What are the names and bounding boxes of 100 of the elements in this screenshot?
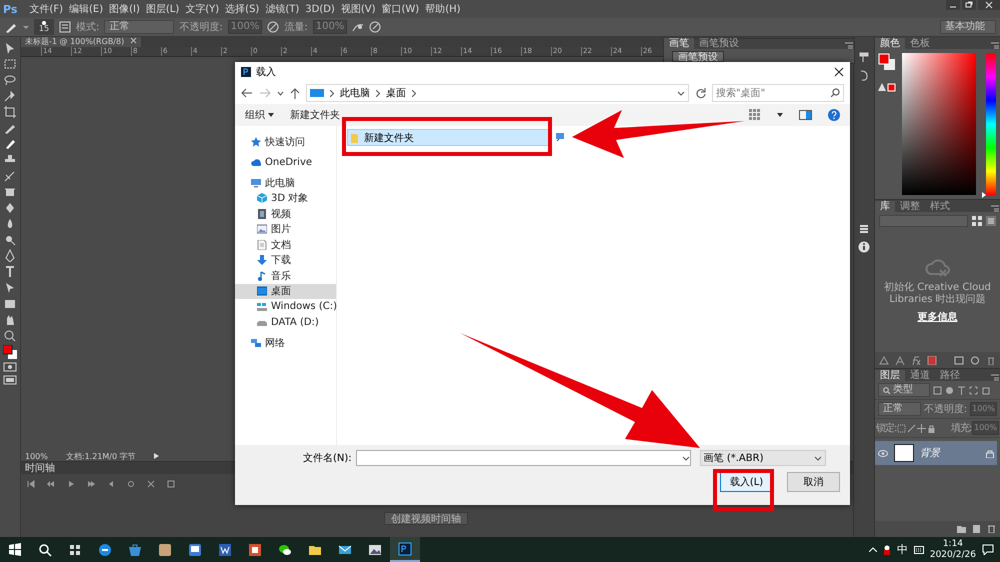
menu-item[interactable]: 文字(Y): [185, 2, 220, 16]
up-arrow-icon[interactable]: [290, 88, 300, 98]
file-item[interactable]: 新建文件夹: [347, 129, 551, 146]
mail-icon[interactable]: [338, 542, 352, 556]
expand-arrow-icon[interactable]: [154, 453, 159, 459]
hue-slider-thumb[interactable]: [982, 192, 986, 198]
nav-item[interactable]: DATA (D:): [235, 314, 336, 330]
info-icon[interactable]: [858, 241, 870, 253]
nav-item[interactable]: 音乐: [235, 268, 336, 284]
panel-tab[interactable]: 色板: [905, 38, 935, 49]
menu-item[interactable]: 视图(V): [340, 2, 376, 16]
file-name-field[interactable]: [356, 450, 691, 466]
panel-tab[interactable]: 颜色: [875, 38, 905, 49]
gradient-tool-icon[interactable]: [3, 201, 17, 214]
panel-menu-icon[interactable]: [990, 41, 1000, 49]
workspace-dropdown[interactable]: 基本功能: [940, 20, 996, 34]
back-arrow-icon[interactable]: [241, 88, 253, 98]
view-options-icon[interactable]: [749, 109, 761, 121]
panel-tab[interactable]: 通道: [905, 370, 935, 381]
eye-icon[interactable]: [878, 450, 888, 456]
tiles-icon[interactable]: [68, 542, 82, 556]
panel-menu-icon[interactable]: [990, 373, 1000, 381]
blend-mode-dropdown[interactable]: 正常: [878, 402, 921, 416]
nav-item[interactable]: 快速访问: [235, 134, 336, 150]
panel-tab[interactable]: 样式: [925, 201, 955, 212]
breadcrumb-item[interactable]: 此电脑: [340, 86, 370, 100]
more-info-link[interactable]: 更多信息: [918, 310, 958, 324]
tray-app-icon[interactable]: [882, 544, 891, 554]
lock-move-icon[interactable]: [917, 424, 926, 432]
document-app-icon[interactable]: [218, 542, 232, 556]
app-icon[interactable]: [188, 542, 202, 556]
type-tool-icon[interactable]: [3, 265, 17, 278]
transition-icon[interactable]: [167, 480, 175, 488]
new-folder-button[interactable]: 新建文件夹: [290, 108, 340, 122]
nav-item[interactable]: 视频: [235, 206, 336, 222]
restore-button[interactable]: [962, 0, 976, 10]
grid-view-icon[interactable]: [972, 216, 982, 226]
split-icon[interactable]: [147, 480, 155, 488]
nav-item[interactable]: 此电脑: [235, 175, 336, 190]
menu-item[interactable]: 图像(I): [109, 2, 140, 16]
menu-item[interactable]: 选择(S): [225, 2, 260, 16]
menu-item[interactable]: 图层(L): [146, 2, 180, 16]
refresh-icon[interactable]: [695, 88, 706, 98]
brush-presets-icon[interactable]: [858, 51, 870, 63]
panel-menu-icon[interactable]: [844, 41, 854, 49]
file-type-dropdown[interactable]: 画笔 (*.ABR): [700, 450, 826, 466]
previous-frame-icon[interactable]: [47, 480, 55, 488]
search-field[interactable]: 搜索"桌面": [712, 84, 844, 102]
type-filter-icon[interactable]: [957, 386, 966, 394]
brush-panel-icon[interactable]: [59, 21, 71, 33]
panel-tab[interactable]: 画笔: [664, 38, 694, 49]
smart-filter-icon[interactable]: [981, 386, 990, 394]
start-icon[interactable]: [8, 542, 22, 556]
menu-item[interactable]: 窗口(W): [381, 2, 420, 16]
menu-item[interactable]: 3D(D): [305, 4, 335, 14]
rectangle-tool-icon[interactable]: [3, 297, 17, 310]
screen-mode-icon[interactable]: [3, 375, 17, 385]
quick-mask-icon[interactable]: [3, 362, 17, 372]
chat-icon[interactable]: [278, 542, 292, 556]
dropdown-caret-icon[interactable]: [682, 456, 690, 460]
dropdown-caret-icon[interactable]: [677, 90, 685, 96]
caret-icon[interactable]: [777, 113, 783, 117]
app-icon[interactable]: [158, 542, 172, 556]
nav-item[interactable]: 图片: [235, 222, 336, 237]
menu-item[interactable]: 滤镜(T): [265, 2, 300, 16]
brush-presets-button[interactable]: 画笔预设: [672, 51, 724, 62]
nav-item[interactable]: 文档: [235, 237, 336, 252]
list-view-icon[interactable]: [986, 216, 996, 226]
load-button[interactable]: 载入(L): [720, 472, 773, 492]
zoom-tool-icon[interactable]: [3, 329, 17, 342]
color-swatches-icon[interactable]: [878, 53, 896, 71]
dropdown-caret-icon[interactable]: [277, 90, 284, 96]
address-bar[interactable]: 此电脑 桌面: [306, 84, 689, 102]
brush-icon[interactable]: [4, 21, 18, 33]
quick-select-tool-icon[interactable]: [3, 89, 17, 102]
airbrush-icon[interactable]: [352, 21, 364, 33]
create-timeline-button[interactable]: 创建视频时间轴: [384, 512, 468, 525]
add-graphic-icon[interactable]: [879, 356, 889, 364]
lock-pixels-icon[interactable]: [897, 424, 906, 432]
sync-icon[interactable]: [970, 356, 980, 364]
nav-item[interactable]: 网络: [235, 335, 336, 350]
nav-item[interactable]: Windows (C:): [235, 299, 336, 314]
nav-item[interactable]: 桌面: [235, 284, 336, 299]
crop-tool-icon[interactable]: [3, 105, 17, 118]
photoshop-icon[interactable]: [398, 542, 412, 556]
panel-menu-icon[interactable]: [990, 204, 1000, 212]
menu-item[interactable]: 编辑(E): [68, 2, 104, 16]
photos-icon[interactable]: [368, 542, 382, 556]
character-style-icon[interactable]: [895, 356, 905, 364]
mode-dropdown[interactable]: 正常: [104, 20, 174, 34]
minimize-button[interactable]: [946, 0, 960, 10]
chevron-up-icon[interactable]: [868, 547, 877, 552]
nav-item[interactable]: 3D 对象: [235, 190, 336, 206]
color-add-icon[interactable]: [927, 356, 937, 364]
audio-icon[interactable]: [127, 480, 135, 488]
close-button[interactable]: [978, 0, 1000, 10]
notification-icon[interactable]: [982, 544, 994, 555]
bag-icon[interactable]: [128, 542, 142, 556]
close-icon[interactable]: [834, 67, 844, 77]
layer-row[interactable]: 背景: [875, 441, 997, 465]
